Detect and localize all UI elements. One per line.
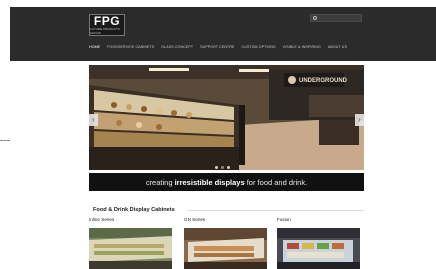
slider-dot[interactable] <box>227 166 230 169</box>
product-thumb-inline-series[interactable] <box>89 228 172 269</box>
tagline-bold: irresistible displays <box>174 177 245 187</box>
section-title: Food & Drink Display Cabinets <box>93 207 175 213</box>
signage-text: UNDERGROUND <box>299 78 348 84</box>
slider-dots <box>215 166 230 169</box>
hero-slider[interactable]: UNDERGROUND ‹ › <box>89 65 364 170</box>
fusion-image <box>277 228 360 269</box>
gn-series-image <box>184 228 267 269</box>
tagline-banner: creating irresistible displays for food … <box>89 173 364 191</box>
slider-dot-active[interactable] <box>221 166 224 169</box>
inline-series-image <box>89 228 172 269</box>
section-divider <box>187 210 364 211</box>
tagline-pre: creating <box>145 177 175 187</box>
slider-next-button[interactable]: › <box>355 114 364 126</box>
nav-item-glass-concept[interactable]: GLASS CONCEPT <box>161 45 193 50</box>
search-icon[interactable] <box>313 16 317 20</box>
chevron-right-icon: › <box>358 115 361 124</box>
slider-dot[interactable] <box>215 166 218 169</box>
logo-text: FPG <box>93 14 121 28</box>
nav-item-custom-options[interactable]: CUSTOM OPTIONS <box>242 45 276 50</box>
main-nav: HOME FOODSERVICE CABINETS GLASS CONCEPT … <box>89 45 347 50</box>
nav-item-support-centre[interactable]: SUPPORT CENTRE <box>200 45 234 50</box>
column-label-inline-series[interactable]: Inline Series <box>89 217 114 222</box>
nav-item-foodservice-cabinets[interactable]: FOODSERVICE CABINETS <box>107 45 154 50</box>
nav-item-visible-inspiring[interactable]: VISIBLE & INSPIRING <box>283 45 321 50</box>
hero-image: UNDERGROUND <box>89 65 364 170</box>
product-thumb-fusion[interactable] <box>277 228 360 269</box>
chevron-left-icon: ‹ <box>92 115 95 124</box>
product-thumb-gn-series[interactable] <box>184 228 267 269</box>
nav-item-about-us[interactable]: ABOUT US <box>328 45 347 50</box>
column-label-fusion[interactable]: Fusion <box>277 217 291 222</box>
fpg-logo[interactable]: FPG FUTURE PRODUCTS GROUP <box>89 14 125 36</box>
dashed-guide-line <box>0 140 10 141</box>
nav-item-home[interactable]: HOME <box>89 45 100 50</box>
tagline-post: for food and drink. <box>244 177 308 187</box>
site-header: FPG FUTURE PRODUCTS GROUP HOME FOODSERVI… <box>10 7 436 61</box>
column-label-gn-series[interactable]: GN Series <box>184 217 205 222</box>
search-input[interactable] <box>310 14 362 22</box>
logo-subtext: FUTURE PRODUCTS GROUP <box>90 27 120 35</box>
website-page: FPG FUTURE PRODUCTS GROUP HOME FOODSERVI… <box>10 7 436 269</box>
slider-prev-button[interactable]: ‹ <box>89 114 98 126</box>
